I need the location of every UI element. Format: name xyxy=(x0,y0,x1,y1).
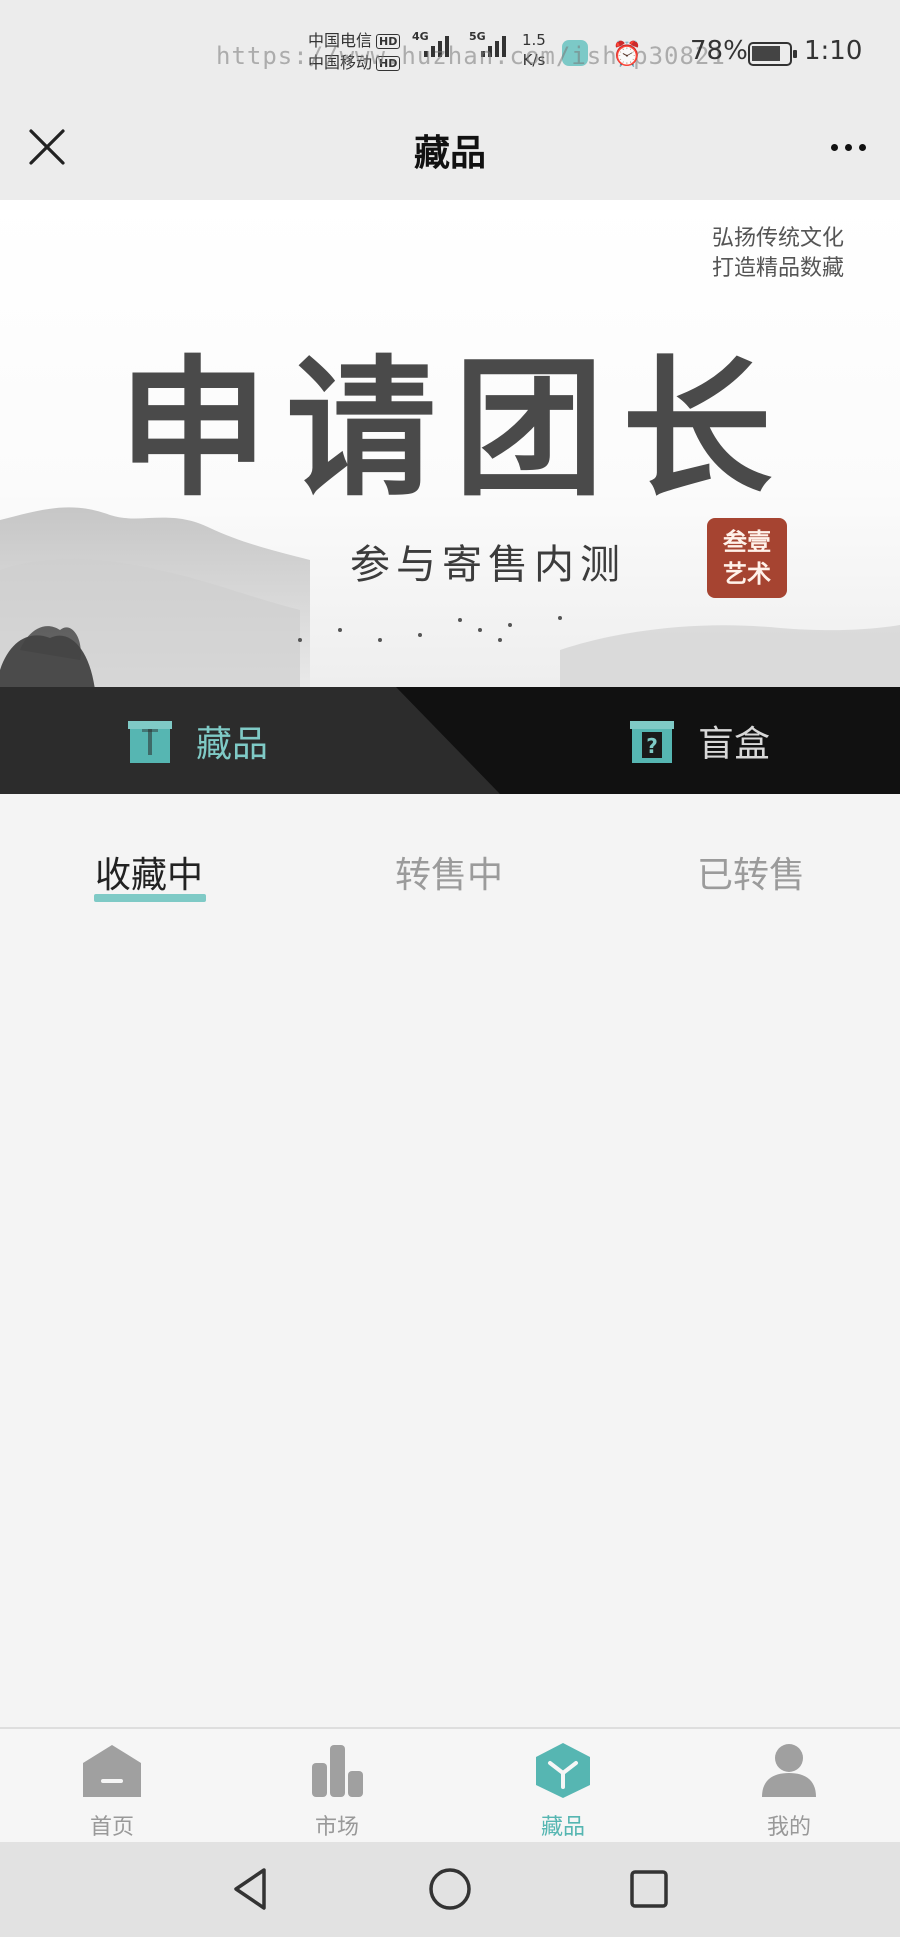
watermark-text: https://www.huzhan.com/ishop30821 xyxy=(216,42,726,70)
status-bar: 中国电信 HD 中国移动 HD 4G 5G 1.5 K/s https://www.… xyxy=(0,0,900,100)
nav-mine[interactable]: 我的 xyxy=(729,1741,849,1841)
nav-home-label: 首页 xyxy=(89,1815,134,1840)
banner-slogan-line-1: 弘扬传统文化 xyxy=(711,226,844,251)
banner-subheadline: 参与寄售内测 xyxy=(350,542,626,588)
box-icon xyxy=(128,720,172,763)
seal-stamp: 叁壹 艺术 xyxy=(707,518,787,598)
banner-slogan-line-2: 打造精品数藏 xyxy=(711,256,844,281)
category-tab-blind-box-label: 盲盒 xyxy=(698,723,771,765)
bar-chart-icon xyxy=(312,1745,363,1797)
banner-headline: 申请团长 xyxy=(118,341,791,517)
collection-status-tabs: 收藏中 转售中 已转售 xyxy=(0,794,900,914)
system-back-button[interactable] xyxy=(226,1864,276,1914)
category-switch: 藏品 ? 盲盒 xyxy=(0,687,900,794)
nav-collection-label: 藏品 xyxy=(540,1815,585,1840)
promo-banner[interactable]: 弘扬传统文化 打造精品数藏 申请团长 参与寄售内测 叁壹 艺术 xyxy=(0,200,900,687)
svg-text:?: ? xyxy=(646,734,658,758)
back-triangle-icon xyxy=(234,1868,266,1910)
tab-collecting[interactable]: 收藏中 xyxy=(95,846,203,898)
seal-line-2: 艺术 xyxy=(723,560,771,588)
nav-market-label: 市场 xyxy=(314,1815,359,1840)
category-tab-collection-label: 藏品 xyxy=(196,723,269,765)
title-bar: 藏品 xyxy=(0,100,900,200)
system-home-button[interactable] xyxy=(425,1864,475,1914)
bottom-navigation: 首页 市场 藏品 我的 xyxy=(0,1727,900,1842)
tab-resold[interactable]: 已转售 xyxy=(697,846,805,898)
more-dot-icon xyxy=(858,143,866,151)
clock: 1:10 xyxy=(804,36,863,66)
home-circle-icon xyxy=(429,1868,471,1910)
user-icon xyxy=(762,1744,816,1797)
nav-market[interactable]: 市场 xyxy=(277,1741,397,1841)
tab-reselling[interactable]: 转售中 xyxy=(395,846,503,898)
mystery-box-icon: ? xyxy=(630,720,674,763)
seal-line-1: 叁壹 xyxy=(723,528,771,556)
category-tab-blind-box[interactable]: ? 盲盒 xyxy=(628,687,770,794)
recent-apps-square-icon xyxy=(630,1870,668,1908)
battery-percentage: 78% xyxy=(690,36,748,66)
system-recent-apps-button[interactable] xyxy=(624,1864,674,1914)
alarm-icon: ⏰ xyxy=(612,40,642,68)
category-tab-collection[interactable]: 藏品 xyxy=(126,687,268,794)
nav-mine-label: 我的 xyxy=(766,1815,811,1840)
page-title: 藏品 xyxy=(413,133,486,174)
collection-cube-icon xyxy=(536,1743,590,1798)
more-dot-icon xyxy=(830,143,838,151)
more-dot-icon xyxy=(844,143,852,151)
banner-slogan: 弘扬传统文化 打造精品数藏 xyxy=(712,224,844,284)
nav-home[interactable]: 首页 xyxy=(52,1741,172,1841)
battery-icon xyxy=(748,42,797,66)
home-icon xyxy=(83,1745,141,1797)
active-tab-indicator xyxy=(94,894,206,902)
more-options-button[interactable] xyxy=(818,122,878,172)
nav-collection[interactable]: 藏品 xyxy=(503,1741,623,1841)
system-navigation-bar xyxy=(0,1842,900,1937)
